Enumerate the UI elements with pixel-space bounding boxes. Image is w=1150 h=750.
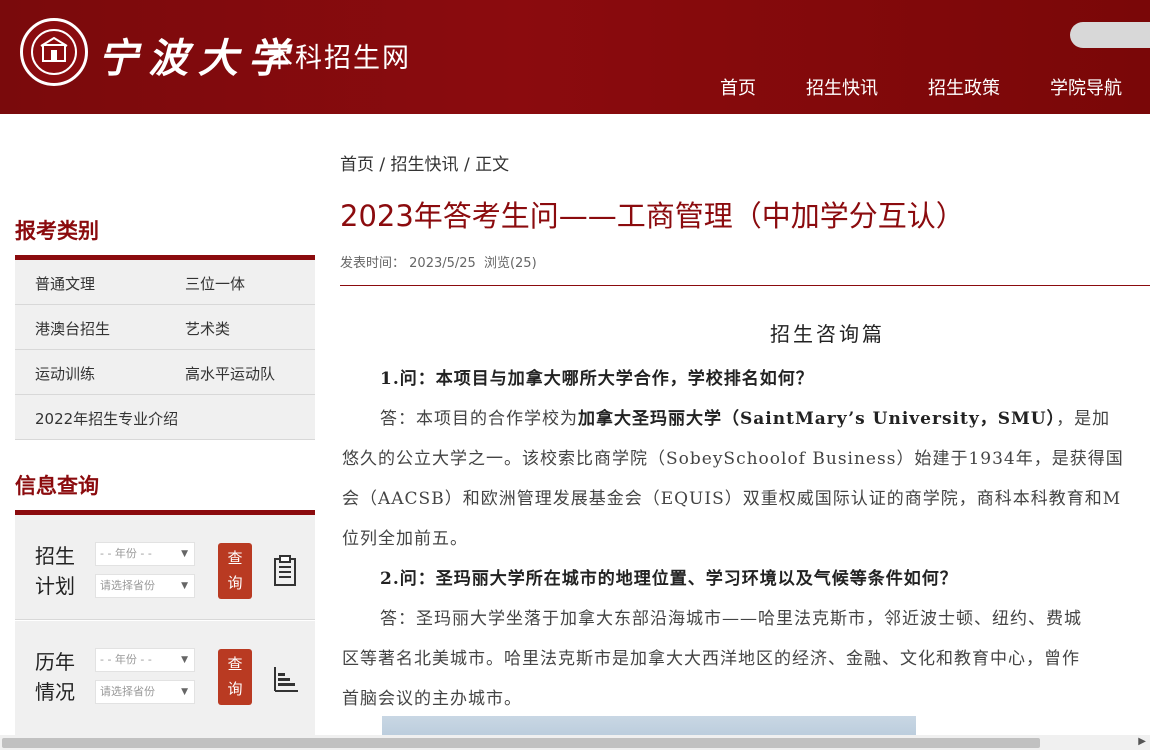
category-three-in-one[interactable]: 三位一体	[185, 273, 245, 294]
horizontal-scrollbar[interactable]: ▶	[0, 735, 1150, 750]
chevron-down-icon: ▼	[181, 581, 188, 591]
answer-2-line-3: 首脑会议的主办城市。	[342, 689, 522, 709]
publish-date-label: 发表时间：	[340, 256, 406, 271]
breadcrumb-news[interactable]: 招生快讯	[391, 155, 459, 175]
category-general[interactable]: 普通文理	[35, 273, 95, 294]
category-row: 运动训练 高水平运动队	[15, 350, 315, 395]
question-2: 2.问：圣玛丽大学所在城市的地理位置、学习环境以及气候等条件如何？	[380, 569, 958, 589]
query-button-char: 查	[227, 549, 243, 567]
breadcrumb-separator: /	[463, 155, 470, 175]
query-history-button[interactable]: 查 询	[218, 649, 252, 705]
query-button-char: 询	[227, 680, 243, 698]
province-select-value: 请选择省份	[100, 579, 155, 592]
category-row: 港澳台招生 艺术类	[15, 305, 315, 350]
query-title: 信息查询	[15, 474, 99, 498]
category-row: 普通文理 三位一体	[15, 260, 315, 305]
category-hk-macao-taiwan[interactable]: 港澳台招生	[35, 318, 110, 339]
article-title: 2023年答考生问——工商管理（中加学分互认）	[340, 199, 965, 233]
province-select[interactable]: 请选择省份 ▼	[95, 680, 195, 704]
bar-chart-icon	[274, 667, 298, 692]
query-plan-label: 招生 计划	[35, 541, 75, 601]
category-high-level-sports[interactable]: 高水平运动队	[185, 363, 275, 384]
nav-admission-news[interactable]: 招生快讯	[806, 74, 878, 100]
year-select-value: - - 年份 - -	[100, 547, 152, 560]
university-seal-logo[interactable]	[20, 18, 88, 86]
answer-text: 答：本项目的合作学校为	[380, 409, 578, 429]
article-meta: 发表时间： 2023/5/25 浏览(25)	[340, 252, 537, 271]
breadcrumb: 首页 / 招生快讯 / 正文	[340, 150, 509, 175]
nav-admission-policy[interactable]: 招生政策	[928, 74, 1000, 100]
breadcrumb-separator: /	[379, 155, 386, 175]
query-label-line: 情况	[35, 680, 75, 704]
category-sports-training[interactable]: 运动训练	[35, 363, 95, 384]
title-divider	[340, 285, 1150, 286]
breadcrumb-current: 正文	[475, 155, 510, 175]
query-history-label: 历年 情况	[35, 647, 75, 707]
answer-1-line-4: 位列全加前五。	[342, 529, 468, 549]
province-select[interactable]: 请选择省份 ▼	[95, 574, 195, 598]
answer-text: ，是加	[1056, 409, 1111, 429]
answer-2-line-1: 答：圣玛丽大学坐落于加拿大东部沿海城市——哈里法克斯市，邻近波士顿、纽约、费城	[380, 609, 1082, 629]
chevron-down-icon: ▼	[181, 655, 188, 665]
chevron-down-icon: ▼	[181, 549, 188, 559]
query-plan-panel: 招生 计划 - - 年份 - - ▼ 请选择省份 ▼ 查 询	[15, 515, 315, 620]
category-arts[interactable]: 艺术类	[185, 318, 230, 339]
category-row: 2022年招生专业介绍	[15, 395, 315, 440]
query-label-line: 计划	[35, 574, 75, 598]
scrollbar-thumb[interactable]	[2, 738, 1040, 748]
answer-1-line-1: 答：本项目的合作学校为加拿大圣玛丽大学（SaintMary’s Universi…	[380, 404, 1110, 429]
category-2022-majors[interactable]: 2022年招生专业介绍	[35, 408, 178, 429]
year-select[interactable]: - - 年份 - - ▼	[95, 648, 195, 672]
seal-building-icon	[40, 37, 68, 62]
category-title: 报考类别	[15, 219, 99, 243]
query-button-char: 查	[227, 655, 243, 673]
query-label-line: 历年	[35, 650, 75, 674]
nav-home[interactable]: 首页	[720, 74, 756, 100]
answer-2-line-2: 区等著名北美城市。哈里法克斯市是加拿大大西洋地区的经济、金融、文化和教育中心，曾…	[342, 649, 1080, 669]
province-select-value: 请选择省份	[100, 685, 155, 698]
nav-college-guide[interactable]: 学院导航	[1050, 74, 1122, 100]
answer-bold-text: 加拿大圣玛丽大学（SaintMary’s University，SMU）	[578, 409, 1057, 429]
year-select-value: - - 年份 - -	[100, 653, 152, 666]
breadcrumb-home[interactable]: 首页	[340, 155, 374, 175]
site-name: 本科招生网	[266, 43, 411, 74]
search-input[interactable]	[1070, 22, 1150, 48]
answer-1-line-2: 悠久的公立大学之一。该校索比商学院（SobeySchoolof Business…	[342, 449, 1124, 469]
chevron-down-icon: ▼	[181, 687, 188, 697]
query-button-char: 询	[227, 574, 243, 592]
query-history-panel: 历年 情况 - - 年份 - - ▼ 请选择省份 ▼ 查 询	[15, 621, 315, 735]
question-1: 1.问：本项目与加拿大哪所大学合作，学校排名如何？	[380, 369, 814, 389]
view-count: 浏览(25)	[483, 256, 537, 271]
section-heading: 招生咨询篇	[770, 322, 885, 346]
site-header: 宁波大学 本科招生网 首页 招生快讯 招生政策 学院导航	[0, 0, 1150, 114]
publish-date: 2023/5/25	[409, 256, 476, 271]
scroll-right-icon[interactable]: ▶	[1138, 736, 1146, 747]
answer-1-line-3: 会（AACSB）和欧洲管理发展基金会（EQUIS）双重权威国际认证的商学院，商科…	[342, 489, 1122, 509]
year-select[interactable]: - - 年份 - - ▼	[95, 542, 195, 566]
query-plan-button[interactable]: 查 询	[218, 543, 252, 599]
query-label-line: 招生	[35, 544, 75, 568]
clipboard-icon	[274, 555, 296, 586]
